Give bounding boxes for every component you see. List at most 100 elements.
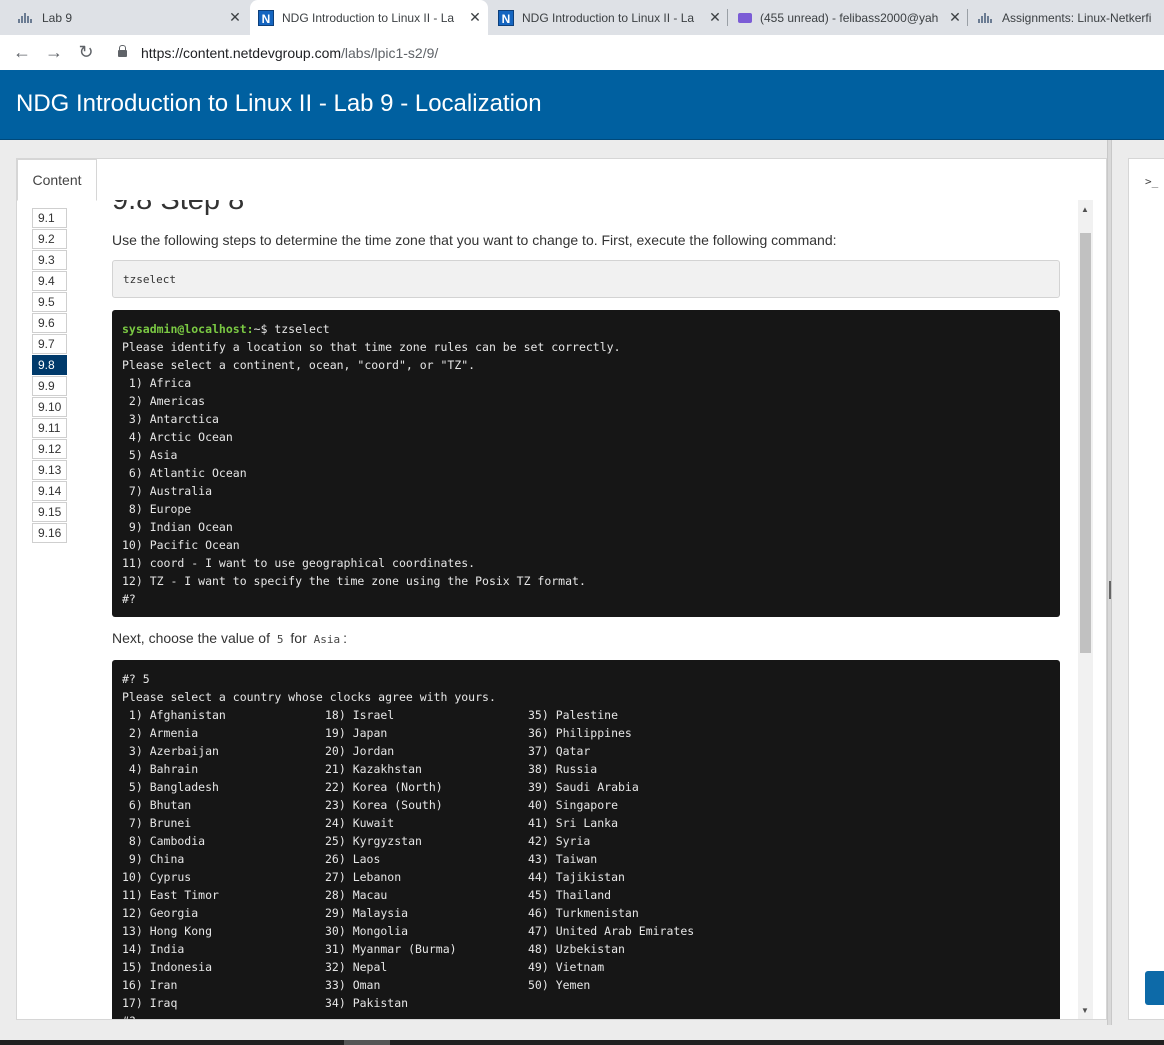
step-link-9-3[interactable]: 9.3	[32, 250, 67, 270]
step-link-9-6[interactable]: 9.6	[32, 313, 67, 333]
close-tab-icon[interactable]: ✕	[226, 9, 244, 26]
step-link-9-14[interactable]: 9.14	[32, 481, 67, 501]
country-option: 16) Iran	[122, 978, 178, 992]
terminal-country-row: 2) Armenia 19) Japan 36) Philippines	[122, 724, 1050, 742]
back-icon[interactable]: ←	[10, 40, 34, 64]
terminal-prompt-icon: >_	[1145, 175, 1159, 188]
terminal-line: #?	[122, 1012, 1050, 1019]
terminal-line: 11) coord - I want to use geographical c…	[122, 556, 476, 570]
browser-tab-lab9[interactable]: Lab 9 ✕	[10, 0, 248, 35]
country-option: 37) Qatar	[528, 744, 591, 758]
reload-icon[interactable]: ↻	[74, 40, 98, 64]
browser-toolbar: ← → ↻ https://content.netdevgroup.com/la…	[0, 35, 1164, 71]
tab-title: Lab 9	[42, 10, 73, 25]
step-link-9-13[interactable]: 9.13	[32, 460, 67, 480]
terminal-country-row: 1) Afghanistan 18) Israel 35) Palestine	[122, 706, 1050, 724]
terminal-country-row: 8) Cambodia 25) Kyrgyzstan 42) Syria	[122, 832, 1050, 850]
terminal-country-row: 5) Bangladesh 22) Korea (North) 39) Saudi …	[122, 778, 1050, 796]
terminal-country-row: 4) Bahrain 21) Kazakhstan 38) Russia	[122, 760, 1050, 778]
close-tab-icon[interactable]: ✕	[946, 9, 964, 26]
browser-tab-ndg-active[interactable]: N NDG Introduction to Linux II - La ✕	[250, 0, 488, 35]
country-option: 7) Brunei	[122, 816, 192, 830]
page-title: NDG Introduction to Linux II - Lab 9 - L…	[16, 90, 542, 117]
country-option: 21) Kazakhstan	[325, 762, 422, 776]
step-link-9-1[interactable]: 9.1	[32, 208, 67, 228]
country-option: 25) Kyrgyzstan	[325, 834, 422, 848]
step-link-9-4[interactable]: 9.4	[32, 271, 67, 291]
terminal-line: 2) Americas	[122, 394, 206, 408]
country-option: 47) United Arab Emirates	[528, 924, 695, 938]
terminal-prompt: sysadmin@localhost:	[122, 322, 254, 336]
country-option: 39) Saudi Arabia	[528, 780, 639, 794]
terminal-output-1: sysadmin@localhost:~$ tzselect Please id…	[112, 310, 1060, 617]
terminal-panel: >_	[1128, 158, 1164, 1020]
country-option: 13) Hong Kong	[122, 924, 213, 938]
terminal-country-row: 9) China 26) Laos 43) Taiwan	[122, 850, 1050, 868]
next-text: Next, choose the value of	[112, 630, 270, 646]
country-option: 42) Syria	[528, 834, 591, 848]
terminal-line: 5) Asia	[122, 448, 178, 462]
terminal-line: 6) Atlantic Ocean	[122, 466, 247, 480]
country-option: 19) Japan	[325, 726, 388, 740]
terminal-line: 9) Indian Ocean	[122, 520, 233, 534]
country-option: 2) Armenia	[122, 726, 199, 740]
step-link-9-11[interactable]: 9.11	[32, 418, 67, 438]
scroll-down-icon[interactable]: ▼	[1081, 1006, 1089, 1015]
terminal-country-row: 12) Georgia 29) Malaysia 46) Turkmenistan	[122, 904, 1050, 922]
browser-tab-ndg[interactable]: N NDG Introduction to Linux II - La ✕	[490, 0, 728, 35]
country-option: 30) Mongolia	[325, 924, 409, 938]
terminal-action-button[interactable]	[1145, 971, 1164, 1005]
tab-content[interactable]: Content	[17, 159, 97, 201]
country-option: 49) Vietnam	[528, 960, 605, 974]
browser-tab-mail[interactable]: (455 unread) - felibass2000@yah ✕	[730, 0, 968, 35]
address-bar[interactable]: https://content.netdevgroup.com/labs/lpi…	[110, 39, 1160, 66]
browser-tab-strip: Lab 9 ✕ N NDG Introduction to Linux II -…	[0, 0, 1164, 35]
step-link-9-15[interactable]: 9.15	[32, 502, 67, 522]
step-link-9-7[interactable]: 9.7	[32, 334, 67, 354]
terminal-line: 8) Europe	[122, 502, 192, 516]
close-tab-icon[interactable]: ✕	[466, 9, 484, 26]
country-option: 8) Cambodia	[122, 834, 206, 848]
step-link-9-2[interactable]: 9.2	[32, 229, 67, 249]
tab-title: NDG Introduction to Linux II - La	[522, 10, 695, 25]
browser-tab-assignments[interactable]: Assignments: Linux-Netkerfi	[970, 0, 1164, 35]
tab-title: NDG Introduction to Linux II - La	[282, 10, 455, 25]
country-option: 36) Philippines	[528, 726, 632, 740]
step-link-9-5[interactable]: 9.5	[32, 292, 67, 312]
step-link-9-9[interactable]: 9.9	[32, 376, 67, 396]
country-option: 4) Bahrain	[122, 762, 199, 776]
panel-resize-divider[interactable]	[1107, 140, 1112, 1025]
taskbar-segment	[344, 1040, 390, 1045]
country-option: 48) Uzbekistan	[528, 942, 625, 956]
country-option: 33) Oman	[325, 978, 381, 992]
country-option: 27) Lebanon	[325, 870, 402, 884]
cisco-icon	[18, 12, 34, 23]
step-link-9-12[interactable]: 9.12	[32, 439, 67, 459]
next-value: 5	[276, 633, 284, 646]
forward-icon[interactable]: →	[42, 40, 66, 64]
scroll-thumb[interactable]	[1080, 233, 1091, 653]
country-option: 9) China	[122, 852, 185, 866]
content-scrollbar[interactable]: ▲ ▼	[1078, 200, 1093, 1019]
terminal-line: 3) Antarctica	[122, 412, 219, 426]
next-instruction: Next, choose the value of 5 for Asia:	[112, 630, 347, 646]
terminal-country-row: 16) Iran 33) Oman 50) Yemen	[122, 976, 1050, 994]
scroll-up-icon[interactable]: ▲	[1081, 205, 1089, 214]
country-option: 32) Nepal	[325, 960, 388, 974]
country-option: 43) Taiwan	[528, 852, 598, 866]
country-option: 31) Myanmar (Burma)	[325, 942, 457, 956]
terminal-country-row: 6) Bhutan 23) Korea (South) 40) Singapore	[122, 796, 1050, 814]
terminal-line: 1) Africa	[122, 376, 192, 390]
close-tab-icon[interactable]: ✕	[706, 9, 724, 26]
step-navigation: 9.1 9.2 9.3 9.4 9.5 9.6 9.7 9.8 9.9 9.10 9.11 9.12 9…	[32, 208, 67, 544]
terminal-line: Please select a country whose clocks agr…	[122, 690, 496, 704]
tab-separator	[727, 9, 728, 26]
step-link-9-16[interactable]: 9.16	[32, 523, 67, 543]
terminal-country-row: 15) Indonesia 32) Nepal 49) Vietnam	[122, 958, 1050, 976]
terminal-country-row: 14) India 31) Myanmar (Burma) 48) Uzbekist…	[122, 940, 1050, 958]
step-link-9-10[interactable]: 9.10	[32, 397, 67, 417]
step-link-9-8[interactable]: 9.8	[32, 355, 67, 375]
country-option: 45) Thailand	[528, 888, 612, 902]
tab-title: (455 unread) - felibass2000@yah	[760, 10, 939, 25]
terminal-country-row: 7) Brunei 24) Kuwait 41) Sri Lanka	[122, 814, 1050, 832]
